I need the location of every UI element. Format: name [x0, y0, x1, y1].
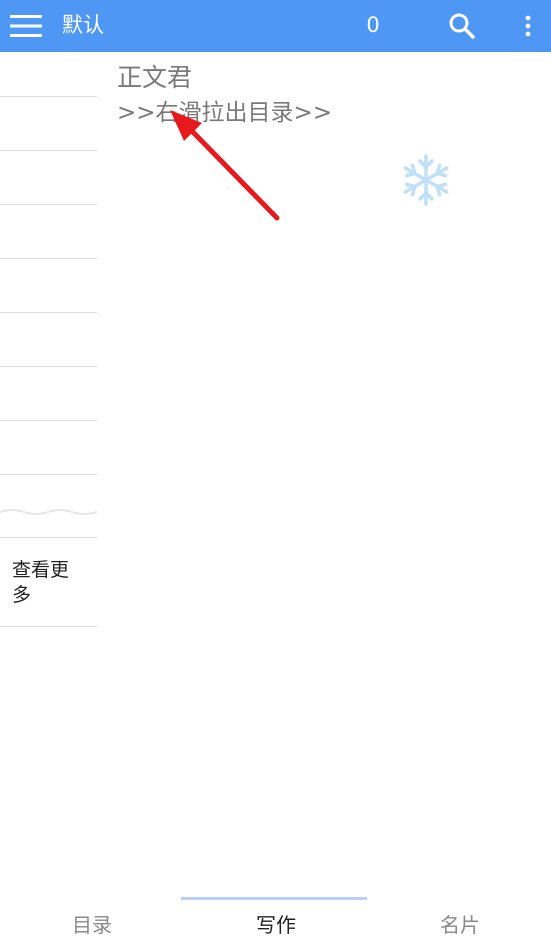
bottom-tab-bar: 目录 写作 名片 — [0, 895, 551, 948]
menu-icon — [10, 15, 42, 37]
more-vert-icon — [525, 15, 531, 37]
list-item[interactable] — [0, 421, 97, 475]
tab-catalog[interactable]: 目录 — [0, 895, 184, 948]
more-options-button[interactable] — [510, 6, 546, 46]
wave-divider — [0, 475, 97, 538]
list-item[interactable] — [0, 259, 97, 313]
snowflake-icon — [403, 154, 449, 206]
list-item[interactable] — [0, 367, 97, 421]
see-more-button[interactable]: 查看更多 — [0, 538, 97, 627]
tab-writing[interactable]: 写作 — [184, 895, 368, 948]
list-item[interactable] — [0, 205, 97, 259]
list-item[interactable] — [0, 151, 97, 205]
list-item[interactable] — [0, 313, 97, 367]
list-item[interactable] — [0, 97, 97, 151]
sidebar-list: 查看更多 — [0, 52, 97, 627]
list-item[interactable] — [0, 52, 97, 97]
topbar-count: 0 — [366, 13, 380, 37]
app-screen: 默认 0 查看更多 正文君 >>右滑拉出目录>> 目录 写作 名片 — [0, 0, 551, 948]
topbar-title: 默认 — [62, 13, 104, 37]
top-app-bar: 默认 0 — [0, 0, 551, 52]
wave-decoration — [0, 509, 97, 515]
content-title: 正文君 — [117, 63, 193, 92]
search-button[interactable] — [442, 6, 482, 46]
red-arrow-annotation — [170, 110, 280, 221]
menu-button[interactable] — [6, 6, 46, 46]
tab-card[interactable]: 名片 — [368, 895, 551, 948]
search-icon — [449, 13, 475, 39]
